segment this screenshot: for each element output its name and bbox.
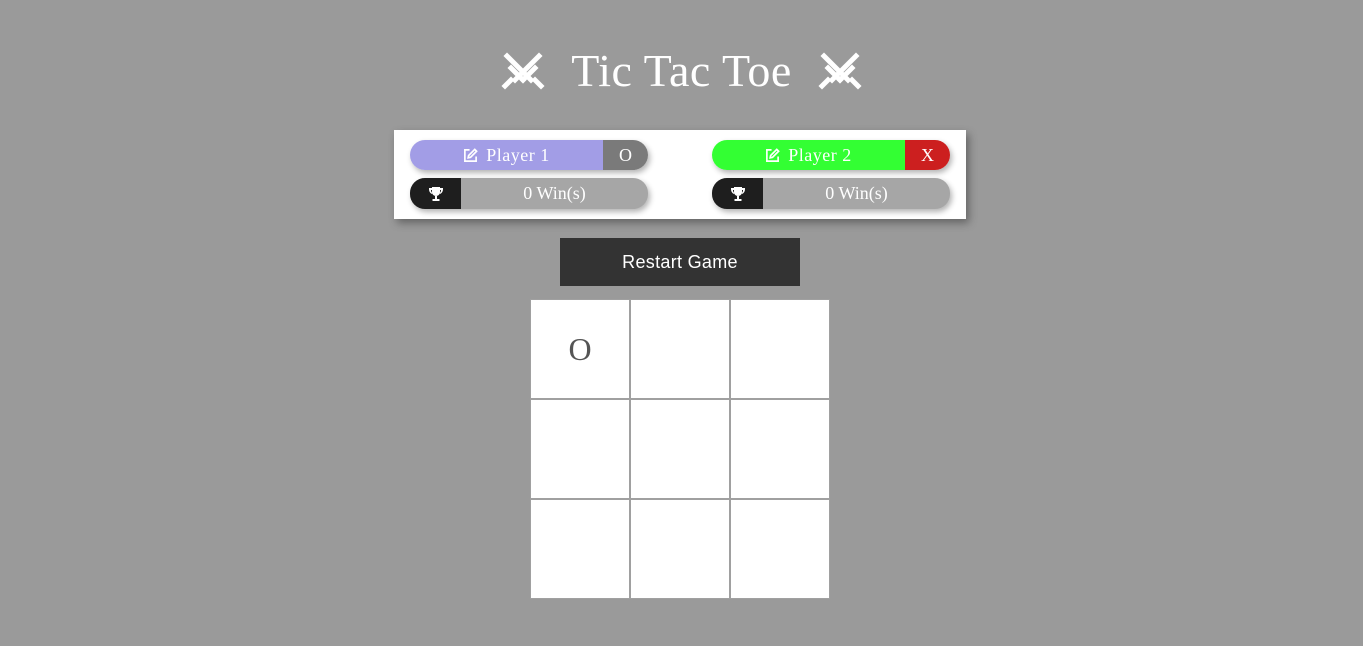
edit-icon: [765, 147, 781, 163]
swords-icon: [501, 50, 545, 90]
board-cell[interactable]: [730, 399, 830, 499]
player-2-name-pill: Player 2 X: [712, 140, 950, 170]
player-1-card: Player 1 O 0 Win(s): [410, 140, 648, 209]
player-2-name-button[interactable]: Player 2: [712, 140, 905, 170]
board-cell[interactable]: [730, 499, 830, 599]
board-cell[interactable]: [530, 499, 630, 599]
player-1-name-button[interactable]: Player 1: [410, 140, 603, 170]
player-2-name: Player 2: [788, 144, 852, 165]
header: Tic Tac Toe: [0, 40, 1363, 100]
edit-icon: [463, 147, 479, 163]
board-cell[interactable]: [630, 499, 730, 599]
player-1-name: Player 1: [486, 144, 550, 165]
restart-game-button[interactable]: Restart Game: [560, 238, 800, 286]
player-1-wins: 0 Win(s): [523, 183, 586, 203]
player-2-wins: 0 Win(s): [825, 183, 888, 203]
board-cell[interactable]: [630, 399, 730, 499]
swords-icon: [818, 50, 862, 90]
game-board: O: [530, 299, 830, 599]
board-cell[interactable]: [530, 399, 630, 499]
player-2-wins-pill: 0 Win(s): [712, 178, 950, 209]
board-cell[interactable]: [630, 299, 730, 399]
page-title: Tic Tac Toe: [571, 44, 792, 96]
players-panel: Player 1 O 0 Win(s) Player 2 X 0 Win(s): [394, 130, 966, 219]
board-cell[interactable]: [730, 299, 830, 399]
player-1-wins-pill: 0 Win(s): [410, 178, 648, 209]
player-2-card: Player 2 X 0 Win(s): [712, 140, 950, 209]
trophy-icon: [712, 178, 763, 209]
player-1-mark: O: [603, 140, 648, 170]
player-1-name-pill: Player 1 O: [410, 140, 648, 170]
player-2-mark: X: [905, 140, 950, 170]
trophy-icon: [410, 178, 461, 209]
board-cell[interactable]: O: [530, 299, 630, 399]
